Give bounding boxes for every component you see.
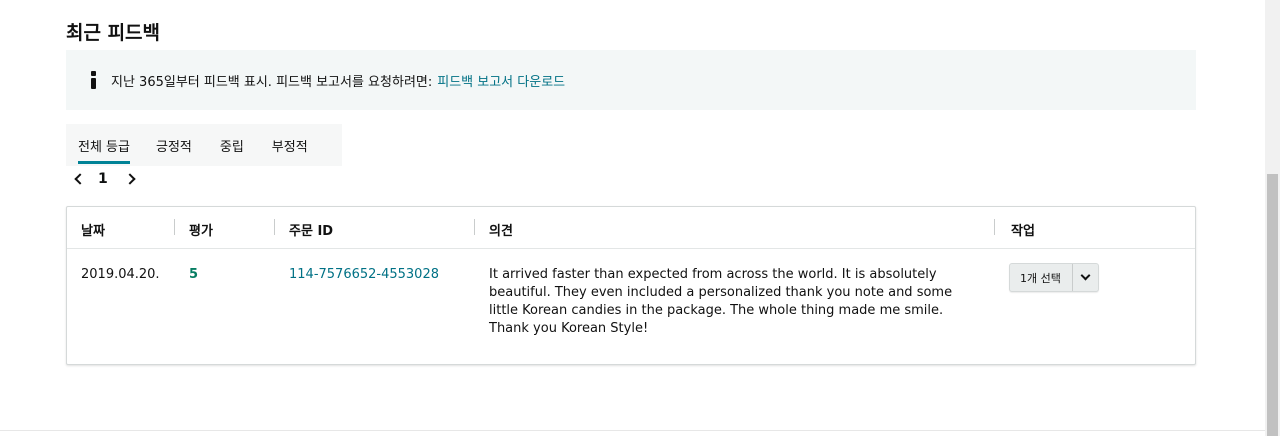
chevron-left-icon[interactable] [74,173,86,185]
pagination: 1 [72,169,136,189]
feedback-rating: 5 [189,267,199,282]
column-divider [274,219,275,235]
info-banner: 지난 365일부터 피드백 표시. 피드백 보고서를 요청하려면: 피드백 보고… [66,50,1196,110]
feedback-comment: It arrived faster than expected from acr… [489,267,953,336]
column-comment: 의견 [489,224,513,239]
current-page: 1 [98,171,108,187]
tab-negative[interactable]: 부정적 [272,124,308,166]
column-divider [994,219,995,235]
info-icon [89,71,97,89]
feedback-date: 2019.04.20. [81,267,160,282]
column-date: 날짜 [81,224,105,239]
action-dropdown[interactable]: 1개 선택 [1009,263,1099,292]
order-id-link[interactable]: 114-7576652-4553028 [289,266,439,284]
chevron-right-icon[interactable] [124,173,136,185]
section-title: 최근 피드백 [66,22,161,44]
tab-all-ratings[interactable]: 전체 등급 [78,124,130,166]
column-order-id: 주문 ID [289,224,334,239]
feedback-table: 날짜 평가 주문 ID 의견 작업 2019.04.20. 5 114-7576… [66,206,1196,365]
page-divider [0,430,1265,431]
column-divider [174,219,175,235]
tab-positive[interactable]: 긍정적 [156,124,192,166]
rating-tabs: 전체 등급 긍정적 중립 부정적 [66,124,342,166]
chevron-down-icon[interactable] [1073,264,1098,291]
download-report-link[interactable]: 피드백 보고서 다운로드 [437,71,565,90]
column-action: 작업 [1011,224,1035,239]
column-rating: 평가 [189,224,213,239]
info-text: 지난 365일부터 피드백 표시. 피드백 보고서를 요청하려면: [111,74,433,90]
table-header: 날짜 평가 주문 ID 의견 작업 [67,207,1195,249]
scrollbar-thumb[interactable] [1267,174,1278,436]
scrollbar[interactable] [1265,0,1280,436]
tab-neutral[interactable]: 중립 [220,124,244,166]
column-divider [474,219,475,235]
action-dropdown-label: 1개 선택 [1020,271,1061,285]
